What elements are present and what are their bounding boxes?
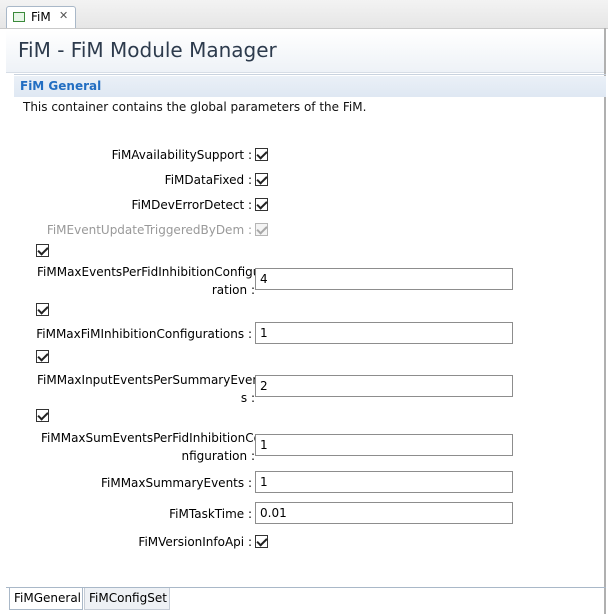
max-events-per-fid-label-line2: ration : xyxy=(211,283,255,297)
max-input-events-label-line1: FiMMaxInputEventsPerSummaryEvent xyxy=(37,373,265,387)
max-fim-inhibition-input[interactable]: 1 xyxy=(255,322,513,344)
max-fim-inhibition-enable-checkbox[interactable] xyxy=(36,303,49,316)
tab-fim-config-set[interactable]: FiMConfigSet xyxy=(84,588,170,610)
dev-error-detect-checkbox[interactable] xyxy=(255,198,268,211)
dev-error-detect-label: FiMDevErrorDetect : xyxy=(131,198,252,212)
section-title: FiM General xyxy=(20,79,102,93)
max-input-events-enable-checkbox[interactable] xyxy=(36,350,49,363)
close-icon[interactable]: ✕ xyxy=(59,9,68,22)
section-divider xyxy=(14,74,606,75)
max-sum-events-label-line1: FiMMaxSumEventsPerFidInhibitionCo xyxy=(41,431,261,445)
task-time-input[interactable]: 0.01 xyxy=(255,502,513,524)
max-events-per-fid-label: FiMMaxEventsPerFidInhibitionConfigu rati… xyxy=(37,263,261,299)
max-fim-inhibition-label: FiMMaxFiMInhibitionConfigurations : xyxy=(36,327,252,341)
module-icon xyxy=(13,12,25,22)
availability-support-checkbox[interactable] xyxy=(255,148,268,161)
editor-tab-fim[interactable]: FiM ✕ xyxy=(6,6,76,28)
version-info-api-label: FiMVersionInfoApi : xyxy=(138,535,252,549)
editor-header: FiM - FiM Module Manager xyxy=(6,30,604,73)
editor-tab-label: FiM xyxy=(31,10,51,24)
max-sum-events-enable-checkbox[interactable] xyxy=(36,409,49,422)
max-sum-events-input[interactable]: 1 xyxy=(255,434,513,456)
max-sum-events-label-line2: nfiguration : xyxy=(181,449,255,463)
editor-border xyxy=(604,28,606,614)
max-input-events-input[interactable]: 2 xyxy=(255,375,513,397)
max-summary-events-input[interactable]: 1 xyxy=(255,471,513,493)
event-update-triggered-label: FiMEventUpdateTriggeredByDem : xyxy=(46,223,252,237)
max-sum-events-label: FiMMaxSumEventsPerFidInhibitionCo nfigur… xyxy=(41,429,261,465)
data-fixed-checkbox[interactable] xyxy=(255,173,268,186)
max-input-events-label: FiMMaxInputEventsPerSummaryEvent s : xyxy=(37,371,265,407)
task-time-label: FiMTaskTime : xyxy=(169,507,252,521)
max-summary-events-label: FiMMaxSummaryEvents : xyxy=(100,476,252,490)
version-info-api-checkbox[interactable] xyxy=(255,535,268,548)
event-update-triggered-checkbox xyxy=(255,223,268,236)
section-header[interactable]: FiM General xyxy=(14,76,606,97)
page-title: FiM - FiM Module Manager xyxy=(18,38,277,62)
tab-fim-general[interactable]: FiMGeneral xyxy=(9,588,83,610)
editor-tab-strip: FiM ✕ xyxy=(0,0,608,29)
section-description: This container contains the global param… xyxy=(23,100,367,114)
max-events-per-fid-input[interactable]: 4 xyxy=(255,268,513,290)
data-fixed-label: FiMDataFixed : xyxy=(164,173,252,187)
max-events-per-fid-label-line1: FiMMaxEventsPerFidInhibitionConfigu xyxy=(37,265,261,279)
max-events-per-fid-enable-checkbox[interactable] xyxy=(36,244,49,257)
max-input-events-label-line2: s : xyxy=(240,391,255,405)
availability-support-label: FiMAvailabilitySupport : xyxy=(111,148,252,162)
